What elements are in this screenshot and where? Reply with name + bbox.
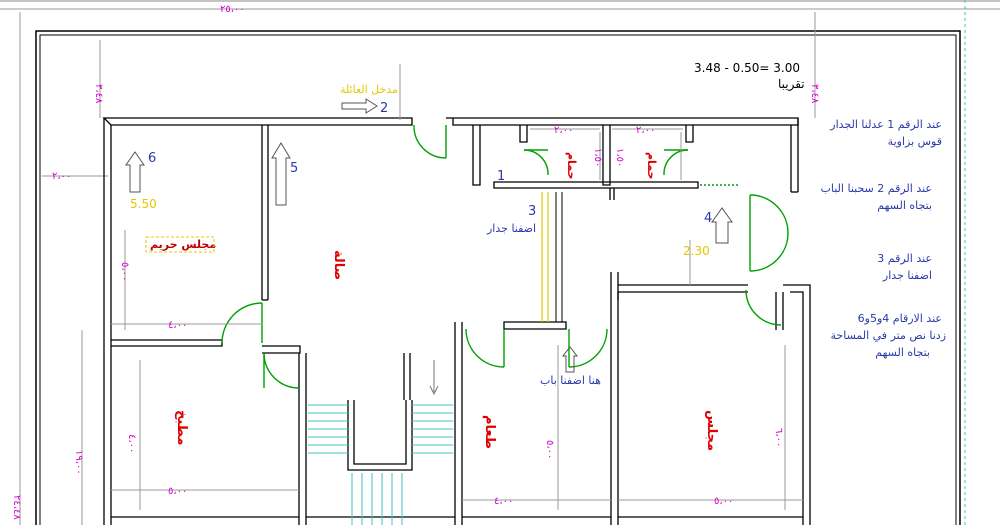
approx-text: تقريبا bbox=[778, 77, 805, 92]
majlis-width-dim: ٥،٠٠ bbox=[714, 496, 733, 507]
floor-plan-canvas: ٢٥،٠٠ ٣،٤٨ ٣،٤٨ ٢،٠٠ ١٩،٠٠ ٢٤،٤٨ 3.48 - … bbox=[0, 0, 1000, 525]
room-hall: صالة bbox=[331, 250, 346, 280]
left-height-dim: ١٩،٠٠ bbox=[73, 450, 84, 475]
arrow-5 bbox=[271, 142, 291, 206]
value-5-50: 5.50 bbox=[130, 197, 157, 211]
walls bbox=[102, 117, 811, 525]
note-4-line-2: زدنا نص متر في المساحة bbox=[831, 329, 946, 342]
kitchen-width-dim: ٥،٠٠ bbox=[168, 486, 187, 497]
women-width-dim: ٤،٠٠ bbox=[168, 320, 187, 331]
room-kitchen: مطبخ bbox=[174, 410, 189, 445]
arrow-door bbox=[561, 346, 579, 373]
floor-plan-svg: ٢٥،٠٠ ٣،٤٨ ٣،٤٨ ٢،٠٠ ١٩،٠٠ ٢٤،٤٨ 3.48 - … bbox=[0, 0, 1000, 525]
room-bath-2: حمام bbox=[645, 152, 658, 180]
note-3-line-2: اضفنا جدار bbox=[882, 269, 932, 282]
door-added-label: هنا اضفنا باب bbox=[540, 374, 601, 387]
family-entrance-label: مدخل العائلة bbox=[340, 83, 398, 96]
note-1-line-2: قوس بزاوية bbox=[888, 135, 942, 148]
bath1-height-dim: ١،٥٠ bbox=[592, 148, 603, 167]
note-2-line-2: بتجاه السهم bbox=[877, 199, 932, 212]
stairs bbox=[308, 404, 453, 525]
wall-added-label: اضفنا جدار bbox=[486, 222, 536, 235]
majlis-height-dim: ٦،٠٠ bbox=[773, 428, 784, 447]
added-wall-yellow bbox=[541, 192, 549, 322]
top-offset-dim: ٣،٤٨ bbox=[809, 84, 820, 104]
notes-panel: عند الرقم 1 عدلنا الجدار قوس بزاوية عند … bbox=[821, 118, 946, 359]
marker-3: 3 bbox=[528, 204, 536, 219]
note-4-line-3: بتجاه السهم bbox=[875, 346, 930, 359]
arrows bbox=[125, 98, 733, 373]
plot-boundary bbox=[35, 30, 961, 525]
note-2-line-1: عند الرقم 2 سحبنا الباب bbox=[821, 182, 932, 195]
bath2-height-dim: ١،٥٠ bbox=[614, 148, 625, 167]
room-dining: طعام bbox=[482, 415, 497, 449]
marker-1: 1 bbox=[497, 169, 505, 184]
bath2-width-dim: ٢،٠٠ bbox=[636, 125, 655, 136]
note-3-line-1: عند الرقم 3 bbox=[877, 252, 932, 265]
bath1-width-dim: ٢،٠٠ bbox=[554, 125, 573, 136]
top-width-dim: ٢٥،٠٠ bbox=[220, 4, 245, 15]
value-2-30: 2.30 bbox=[683, 244, 710, 258]
left-setback-dim: ٢،٠٠ bbox=[52, 171, 71, 182]
note-1-line-1: عند الرقم 1 عدلنا الجدار bbox=[829, 118, 942, 131]
note-4-line-1: عند الارقام 4و5و6 bbox=[858, 312, 942, 325]
plot-boundary-inner bbox=[39, 34, 957, 525]
dining-height-dim: ٥،٠٠ bbox=[544, 440, 555, 459]
left-bottom-dim: ٢٤،٤٨ bbox=[11, 495, 22, 520]
room-majlis: مجلس bbox=[704, 410, 719, 451]
arrow-6 bbox=[125, 151, 145, 193]
added-wall-black bbox=[555, 192, 563, 322]
marker-4: 4 bbox=[704, 211, 712, 226]
kitchen-height-dim: ٤،٠٠ bbox=[126, 434, 137, 453]
door-entrance-swing bbox=[413, 124, 447, 159]
top-left-dim: ٣،٤٨ bbox=[93, 84, 104, 104]
calc-text: 3.48 - 0.50= 3.00 bbox=[694, 61, 800, 75]
arrow-2 bbox=[341, 98, 378, 114]
interior-dim-lines bbox=[111, 64, 803, 510]
marker-5: 5 bbox=[290, 161, 298, 176]
room-women-majlis: مجلس حريم bbox=[150, 238, 216, 251]
marker-2: 2 bbox=[380, 101, 388, 116]
dining-width-dim: ٤،٠٠ bbox=[494, 496, 513, 507]
women-height-dim: ٥،٠٠ bbox=[119, 262, 130, 281]
marker-6: 6 bbox=[148, 151, 156, 166]
room-bath-1: حمام bbox=[565, 152, 578, 180]
arrow-4 bbox=[711, 207, 733, 244]
